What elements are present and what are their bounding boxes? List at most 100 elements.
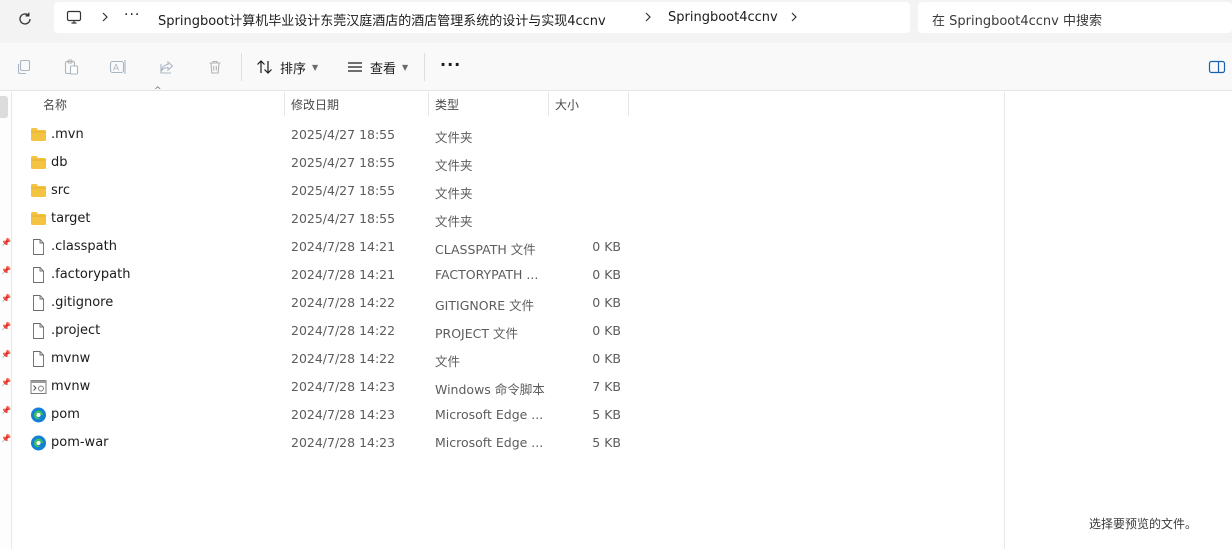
file-row[interactable]: .project 2024/7/28 14:22 PROJECT 文件 0 KB bbox=[24, 317, 630, 345]
refresh-button[interactable] bbox=[12, 6, 38, 32]
file-row[interactable]: .factorypath 2024/7/28 14:21 FACTORYPATH… bbox=[24, 261, 630, 289]
sort-button[interactable]: 排序 ▼ bbox=[256, 56, 318, 78]
command-bar: A 排序 ▼ 查看 ▼ ··· bbox=[0, 43, 1232, 91]
folder-icon bbox=[30, 127, 47, 143]
column-header-date[interactable]: 修改日期 bbox=[291, 92, 426, 116]
file-size: 0 KB bbox=[592, 323, 621, 338]
file-name: mvnw bbox=[51, 351, 91, 366]
paste-icon[interactable] bbox=[61, 57, 81, 77]
column-header-name-label: 名称 bbox=[43, 97, 68, 112]
toolbar-divider bbox=[424, 53, 425, 81]
preview-pane: 选择要预览的文件。 bbox=[1004, 92, 1232, 549]
file-name: .classpath bbox=[51, 239, 117, 254]
preview-message: 选择要预览的文件。 bbox=[1089, 517, 1198, 531]
column-header-name[interactable]: 名称 bbox=[43, 92, 283, 116]
file-type: FACTORYPATH ... bbox=[435, 267, 539, 282]
file-row[interactable]: .mvn 2025/4/27 18:55 文件夹 bbox=[24, 121, 630, 149]
file-type: CLASSPATH 文件 bbox=[435, 242, 536, 257]
file-icon bbox=[30, 295, 47, 311]
address-bar[interactable]: ··· Springboot计算机毕业设计东莞汉庭酒店的酒店管理系统的设计与实现… bbox=[54, 2, 910, 33]
file-size: 5 KB bbox=[592, 435, 621, 450]
file-type: 文件夹 bbox=[435, 130, 473, 145]
sort-icon bbox=[257, 60, 272, 74]
share-icon[interactable] bbox=[157, 57, 177, 77]
svg-text:A: A bbox=[113, 64, 120, 74]
file-name: .gitignore bbox=[51, 295, 114, 310]
edge-icon bbox=[30, 435, 47, 451]
file-type: 文件夹 bbox=[435, 158, 473, 173]
pin-icon: 📌 bbox=[1, 294, 11, 303]
file-row[interactable]: pom-war 2024/7/28 14:23 Microsoft Edge .… bbox=[24, 429, 630, 457]
column-divider[interactable] bbox=[628, 92, 629, 116]
file-date: 2024/7/28 14:22 bbox=[291, 295, 396, 310]
file-size: 0 KB bbox=[592, 295, 621, 310]
file-date: 2024/7/28 14:23 bbox=[291, 407, 396, 422]
file-size: 0 KB bbox=[592, 267, 621, 282]
file-row[interactable]: src 2025/4/27 18:55 文件夹 bbox=[24, 177, 630, 205]
column-header-size-label: 大小 bbox=[555, 97, 580, 112]
file-size: 0 KB bbox=[592, 351, 621, 366]
toolbar-divider bbox=[241, 53, 242, 81]
pin-icon: 📌 bbox=[1, 322, 11, 331]
file-date: 2024/7/28 14:22 bbox=[291, 323, 396, 338]
search-input[interactable]: 在 Springboot4ccnv 中搜索 bbox=[918, 2, 1232, 33]
file-date: 2024/7/28 14:23 bbox=[291, 435, 396, 450]
file-name: src bbox=[51, 183, 70, 198]
file-row[interactable]: mvnw 2024/7/28 14:23 Windows 命令脚本 7 KB bbox=[24, 373, 630, 401]
file-name: db bbox=[51, 155, 68, 170]
folder-icon bbox=[30, 155, 47, 171]
chevron-down-icon: ▼ bbox=[402, 62, 409, 72]
file-row[interactable]: .classpath 2024/7/28 14:21 CLASSPATH 文件 … bbox=[24, 233, 630, 261]
view-label: 查看 bbox=[370, 61, 397, 77]
column-divider[interactable] bbox=[428, 92, 429, 116]
file-name: target bbox=[51, 211, 91, 226]
view-list-icon bbox=[348, 62, 362, 72]
file-size: 5 KB bbox=[592, 407, 621, 422]
column-header-type[interactable]: 类型 bbox=[435, 92, 547, 116]
file-row[interactable]: db 2025/4/27 18:55 文件夹 bbox=[24, 149, 630, 177]
file-icon bbox=[30, 351, 47, 367]
chevron-right-icon[interactable] bbox=[641, 9, 655, 25]
file-type: PROJECT 文件 bbox=[435, 326, 518, 341]
file-date: 2024/7/28 14:21 bbox=[291, 239, 396, 254]
file-row[interactable]: .gitignore 2024/7/28 14:22 GITIGNORE 文件 … bbox=[24, 289, 630, 317]
rename-icon[interactable]: A bbox=[108, 57, 128, 77]
column-divider[interactable] bbox=[548, 92, 549, 116]
file-type: GITIGNORE 文件 bbox=[435, 298, 535, 313]
breadcrumb-item-folder[interactable]: Springboot4ccnv bbox=[668, 10, 778, 25]
address-row: ··· Springboot计算机毕业设计东莞汉庭酒店的酒店管理系统的设计与实现… bbox=[0, 0, 1232, 43]
more-options-button[interactable]: ··· bbox=[440, 55, 461, 74]
view-button[interactable]: 查看 ▼ bbox=[346, 56, 408, 78]
chevron-right-icon[interactable] bbox=[98, 9, 112, 25]
file-date: 2024/7/28 14:23 bbox=[291, 379, 396, 394]
pin-icon: 📌 bbox=[1, 378, 11, 387]
file-name: pom bbox=[51, 407, 80, 422]
breadcrumb-overflow-button[interactable]: ··· bbox=[124, 7, 140, 23]
copy-icon[interactable] bbox=[14, 57, 34, 77]
chevron-right-icon[interactable] bbox=[787, 9, 801, 25]
preview-pane-icon[interactable] bbox=[1208, 59, 1226, 79]
column-header-size[interactable]: 大小 bbox=[555, 92, 627, 116]
column-header-date-label: 修改日期 bbox=[291, 97, 340, 112]
file-name: mvnw bbox=[51, 379, 91, 394]
file-type: Windows 命令脚本 bbox=[435, 382, 545, 397]
file-size: 7 KB bbox=[592, 379, 621, 394]
sort-label: 排序 bbox=[280, 61, 307, 77]
file-name: .factorypath bbox=[51, 267, 131, 282]
file-icon bbox=[30, 323, 47, 339]
file-type: 文件夹 bbox=[435, 186, 473, 201]
file-type: Microsoft Edge ... bbox=[435, 435, 544, 450]
nav-scrollbar-thumb[interactable] bbox=[0, 96, 8, 118]
navigation-pane[interactable]: 📌 📌 📌 📌 📌 📌 📌 📌 bbox=[0, 92, 12, 549]
file-row[interactable]: target 2025/4/27 18:55 文件夹 bbox=[24, 205, 630, 233]
column-header-type-label: 类型 bbox=[435, 97, 460, 112]
pin-icon: 📌 bbox=[1, 434, 11, 443]
breadcrumb-item-project[interactable]: Springboot计算机毕业设计东莞汉庭酒店的酒店管理系统的设计与实现4ccn… bbox=[158, 10, 606, 29]
file-row[interactable]: mvnw 2024/7/28 14:22 文件 0 KB bbox=[24, 345, 630, 373]
delete-icon[interactable] bbox=[205, 57, 225, 77]
file-row[interactable]: pom 2024/7/28 14:23 Microsoft Edge ... 5… bbox=[24, 401, 630, 429]
file-name: pom-war bbox=[51, 435, 109, 450]
this-pc-icon[interactable] bbox=[66, 9, 82, 29]
file-date: 2024/7/28 14:22 bbox=[291, 351, 396, 366]
column-divider[interactable] bbox=[284, 92, 285, 116]
